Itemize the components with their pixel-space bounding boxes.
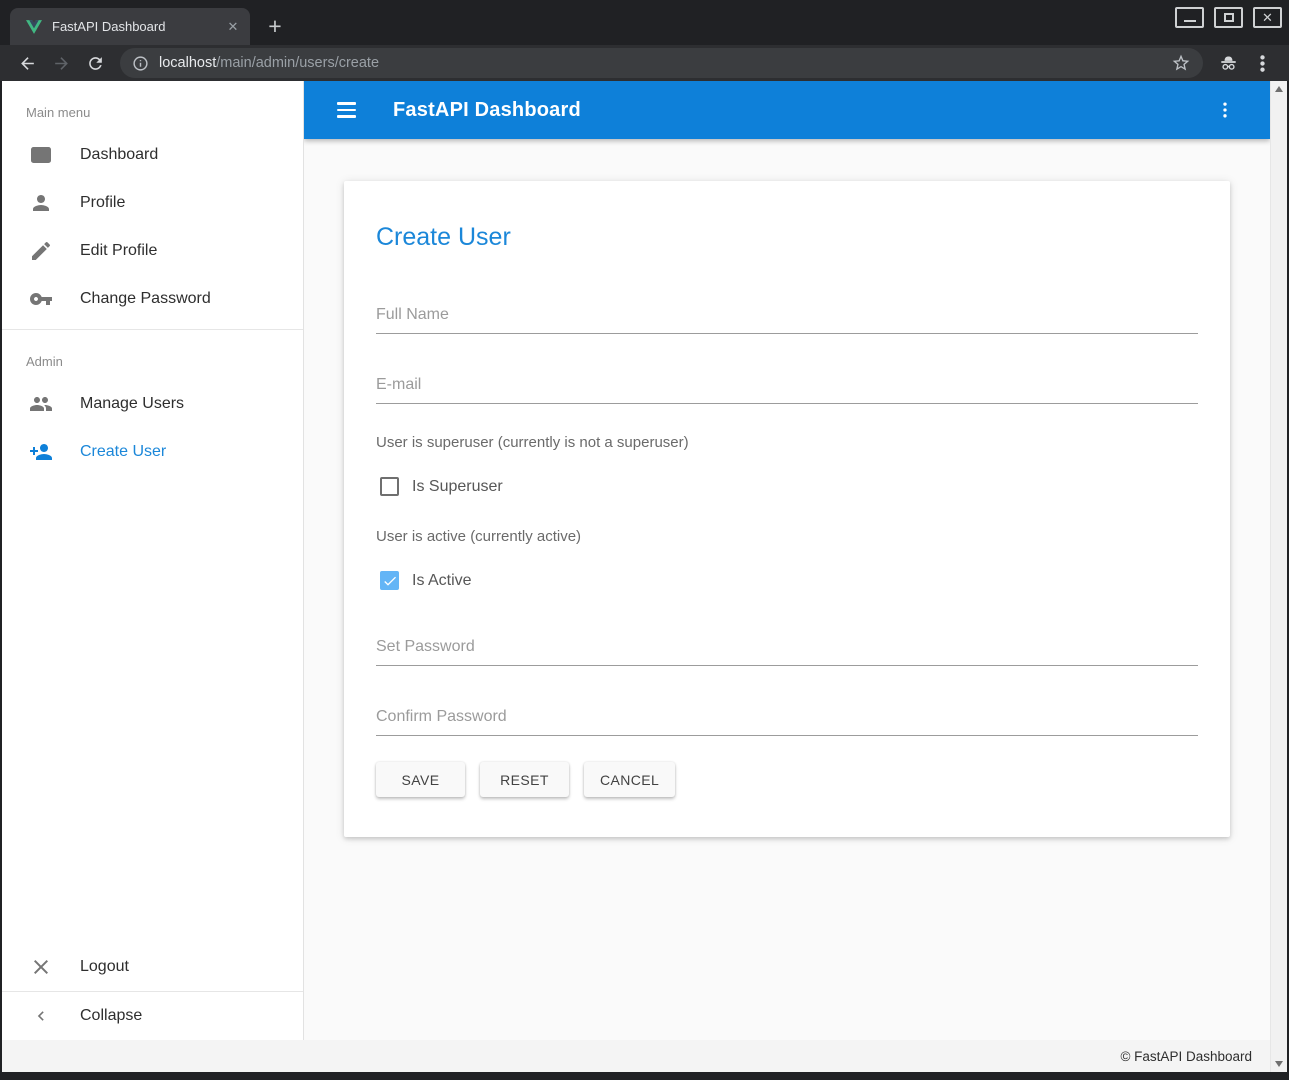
window-controls: ✕ — [1175, 7, 1282, 28]
sidebar-item-manage-users[interactable]: Manage Users — [2, 380, 303, 428]
tab-title: FastAPI Dashboard — [52, 19, 224, 34]
people-icon — [29, 392, 53, 416]
set-password-field-wrapper — [376, 634, 1198, 666]
sidebar-item-label: Profile — [80, 194, 125, 212]
kebab-menu-icon — [1215, 100, 1235, 120]
set-password-input[interactable] — [376, 634, 1198, 666]
minimize-button[interactable] — [1175, 7, 1204, 28]
sidebar-item-label: Manage Users — [80, 395, 184, 413]
hamburger-icon — [337, 102, 356, 105]
full-name-input[interactable] — [376, 302, 1198, 334]
sidebar-item-logout[interactable]: Logout — [2, 943, 303, 991]
dashboard-icon — [29, 143, 53, 167]
address-bar[interactable]: localhost/main/admin/users/create — [120, 48, 1203, 78]
main-area: FastAPI Dashboard Create User User is su… — [304, 81, 1270, 1040]
sidebar-item-label: Logout — [80, 958, 129, 976]
app-bar-title: FastAPI Dashboard — [393, 99, 581, 122]
sidebar-item-create-user[interactable]: Create User — [2, 428, 303, 476]
checkbox-unchecked-icon[interactable] — [380, 477, 399, 496]
scroll-up-arrow-icon[interactable] — [1275, 86, 1283, 92]
url-path: /main/admin/users/create — [216, 55, 379, 71]
superuser-hint: User is superuser (currently is not a su… — [376, 434, 1198, 451]
window-close-button[interactable]: ✕ — [1253, 7, 1282, 28]
reset-button[interactable]: RESET — [480, 762, 569, 797]
sidebar-bottom: Logout Collapse — [2, 943, 303, 1040]
forward-button[interactable] — [47, 49, 75, 77]
maximize-icon — [1224, 13, 1234, 22]
page-title: Create User — [376, 223, 1198, 252]
sidebar-section-header: Main menu — [2, 93, 303, 131]
pencil-icon — [29, 239, 53, 263]
sidebar-item-collapse[interactable]: Collapse — [2, 992, 303, 1040]
sidebar-item-profile[interactable]: Profile — [2, 179, 303, 227]
sidebar-item-label: Dashboard — [80, 146, 158, 164]
arrow-forward-icon — [52, 54, 71, 73]
arrow-back-icon — [18, 54, 37, 73]
new-tab-button[interactable]: + — [260, 11, 290, 41]
sidebar-divider — [2, 329, 303, 330]
info-icon[interactable] — [132, 55, 149, 72]
sidebar-section-header: Admin — [2, 342, 303, 380]
full-name-field-wrapper — [376, 302, 1198, 334]
browser-tab[interactable]: FastAPI Dashboard ✕ — [10, 8, 250, 45]
reload-icon — [86, 54, 105, 73]
sidebar-item-dashboard[interactable]: Dashboard — [2, 131, 303, 179]
sidebar-item-edit-profile[interactable]: Edit Profile — [2, 227, 303, 275]
email-input[interactable] — [376, 372, 1198, 404]
minimize-icon — [1184, 20, 1196, 22]
reload-button[interactable] — [81, 49, 109, 77]
cancel-button[interactable]: CANCEL — [584, 762, 675, 797]
app-bar: FastAPI Dashboard — [304, 81, 1270, 139]
save-button[interactable]: SAVE — [376, 762, 465, 797]
browser-window: FastAPI Dashboard ✕ + ✕ localhost/main/a — [0, 0, 1289, 1080]
url-host: localhost — [159, 55, 216, 71]
key-icon — [29, 287, 53, 311]
incognito-icon — [1218, 53, 1239, 74]
chevron-left-icon — [29, 1004, 53, 1028]
confirm-password-field-wrapper — [376, 704, 1198, 736]
confirm-password-input[interactable] — [376, 704, 1198, 736]
create-user-card: Create User User is superuser (currently… — [344, 181, 1230, 837]
checkbox-label: Is Superuser — [412, 478, 503, 496]
incognito-indicator — [1214, 49, 1242, 77]
kebab-menu-icon — [1252, 53, 1273, 74]
sidebar-item-label: Edit Profile — [80, 242, 157, 260]
content-area: Create User User is superuser (currently… — [304, 181, 1270, 837]
close-icon: ✕ — [1262, 11, 1273, 24]
page-footer: © FastAPI Dashboard — [2, 1040, 1270, 1072]
maximize-button[interactable] — [1214, 7, 1243, 28]
person-add-icon — [29, 440, 53, 464]
scroll-down-arrow-icon[interactable] — [1275, 1061, 1283, 1067]
url-text: localhost/main/admin/users/create — [159, 55, 379, 71]
back-button[interactable] — [13, 49, 41, 77]
hamburger-menu-button[interactable] — [328, 92, 364, 128]
sidebar-item-label: Collapse — [80, 1007, 142, 1025]
checkbox-checked-icon[interactable] — [380, 571, 399, 590]
vertical-scrollbar[interactable] — [1270, 81, 1287, 1072]
sidebar-item-change-password[interactable]: Change Password — [2, 275, 303, 323]
sidebar-item-label: Change Password — [80, 290, 211, 308]
person-icon — [29, 191, 53, 215]
tab-close-icon[interactable]: ✕ — [224, 18, 242, 36]
active-hint: User is active (currently active) — [376, 528, 1198, 545]
form-buttons: SAVE RESET CANCEL — [376, 762, 1198, 797]
is-active-checkbox-row[interactable]: Is Active — [376, 571, 1198, 590]
copyright-text: © FastAPI Dashboard — [1120, 1049, 1252, 1064]
vue-logo-icon — [26, 19, 42, 35]
star-icon — [1171, 53, 1191, 73]
checkbox-label: Is Active — [412, 572, 472, 590]
sidebar-item-label: Create User — [80, 443, 166, 461]
browser-toolbar: localhost/main/admin/users/create — [0, 45, 1289, 81]
sidebar: Main menu Dashboard Profile Edit Profile — [2, 81, 304, 1040]
email-field-wrapper — [376, 372, 1198, 404]
close-icon — [29, 955, 53, 979]
bookmark-button[interactable] — [1171, 53, 1191, 73]
page-viewport: Main menu Dashboard Profile Edit Profile — [2, 81, 1287, 1072]
is-superuser-checkbox-row[interactable]: Is Superuser — [376, 477, 1198, 496]
browser-menu-button[interactable] — [1248, 49, 1276, 77]
browser-titlebar: FastAPI Dashboard ✕ + ✕ — [0, 0, 1289, 45]
app-bar-menu-button[interactable] — [1210, 95, 1240, 125]
